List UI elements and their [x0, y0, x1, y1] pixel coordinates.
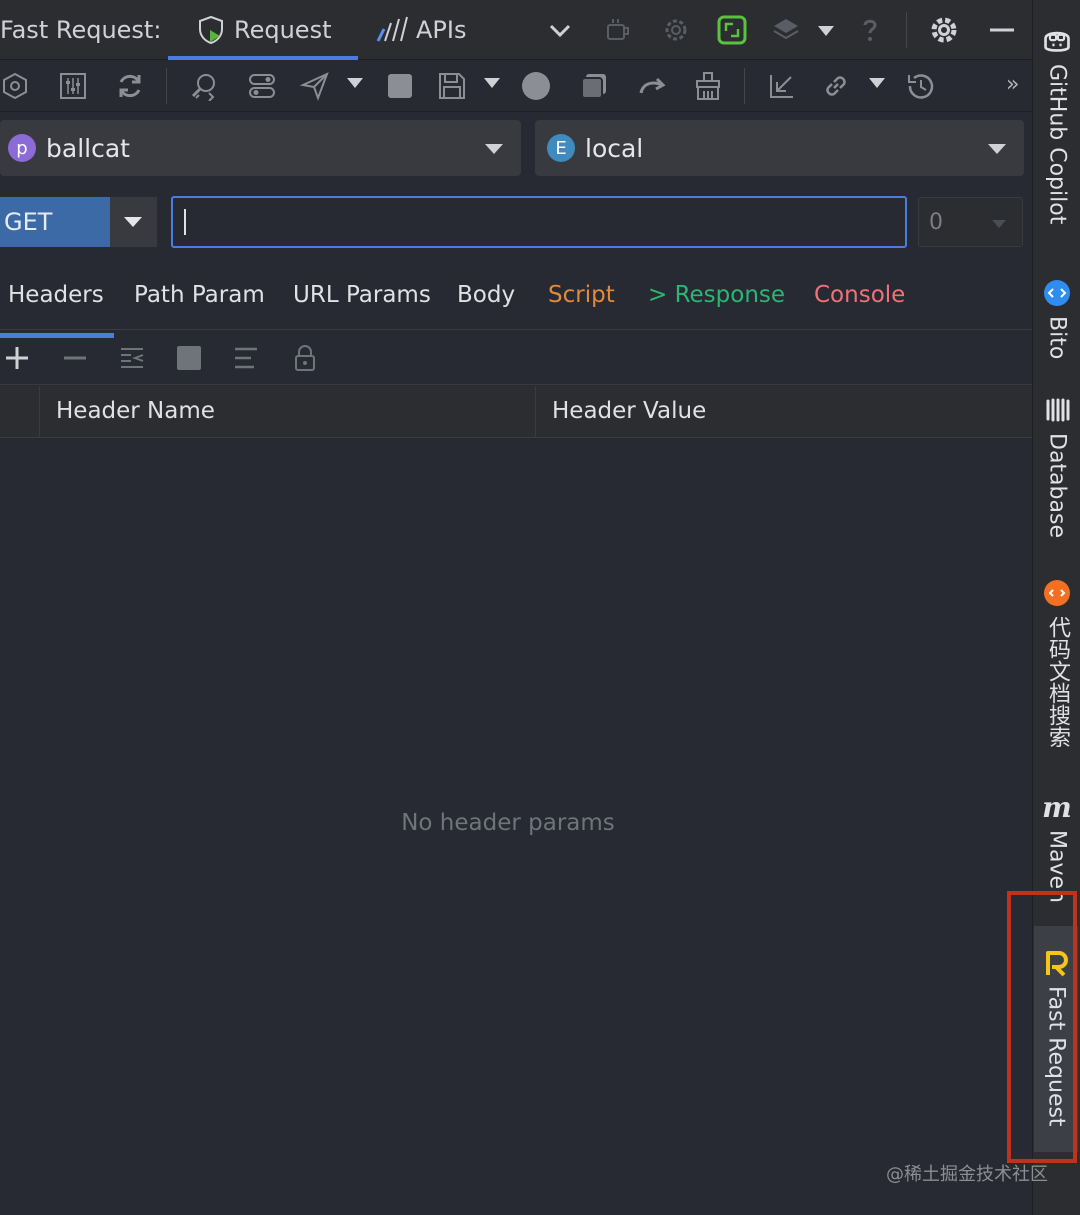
- column-divider: [535, 386, 536, 438]
- tab-response[interactable]: > Response: [648, 282, 785, 308]
- sidebar-item-github-copilot[interactable]: GitHub Copilot: [1033, 26, 1080, 224]
- tab-url-params[interactable]: URL Params: [293, 282, 431, 308]
- tab-console[interactable]: Console: [814, 282, 905, 308]
- bulk-edit-icon[interactable]: [117, 343, 147, 373]
- minimize-icon[interactable]: [984, 12, 1020, 48]
- sidebar-item-label: GitHub Copilot: [1044, 64, 1070, 225]
- import-icon[interactable]: [764, 68, 800, 104]
- tab-body[interactable]: Body: [457, 282, 515, 308]
- project-name: ballcat: [46, 133, 130, 163]
- record-icon[interactable]: [518, 68, 554, 104]
- watermark: @稀土掘金技术社区: [886, 1164, 1048, 1185]
- resize-icon[interactable]: [714, 12, 750, 48]
- clean-icon[interactable]: [690, 68, 726, 104]
- sidebar-item-label: Database: [1044, 433, 1070, 538]
- project-badge: p: [8, 134, 36, 162]
- code-search-icon: [1042, 578, 1072, 608]
- empty-state-text: No header params: [401, 810, 615, 836]
- link-icon[interactable]: [818, 68, 854, 104]
- column-header-value[interactable]: Header Value: [552, 398, 706, 424]
- layers-icon[interactable]: [768, 12, 804, 48]
- refresh-icon[interactable]: [112, 68, 148, 104]
- chevron-down-icon: [485, 144, 503, 154]
- tab-request-label: Request: [234, 16, 332, 44]
- project-selector[interactable]: p ballcat: [0, 120, 521, 176]
- url-input[interactable]: [171, 196, 907, 248]
- count-value: 0: [929, 209, 943, 235]
- copy-icon[interactable]: [576, 68, 612, 104]
- divider: [166, 68, 167, 104]
- sidebar-item-code-doc-search[interactable]: 代码文档搜索: [1033, 578, 1080, 748]
- tab-apis[interactable]: APIs: [376, 0, 466, 60]
- search-code-icon[interactable]: [186, 68, 222, 104]
- count-select[interactable]: 0: [918, 197, 1023, 247]
- app-title: Fast Request:: [0, 16, 162, 44]
- tab-apis-label: APIs: [416, 16, 467, 44]
- divider: [744, 68, 745, 104]
- save-dropdown-caret[interactable]: [484, 78, 500, 88]
- text-cursor: [184, 209, 186, 235]
- action-toolbar: »: [0, 60, 1032, 112]
- highlight-box: [1007, 891, 1077, 1163]
- settings-gear-outline-icon[interactable]: [658, 12, 694, 48]
- http-method-select[interactable]: GET: [0, 197, 110, 247]
- link-dropdown-caret[interactable]: [869, 78, 885, 88]
- param-tabs: Headers Path Param URL Params Body Scrip…: [0, 262, 1032, 338]
- sidebar-item-label: 代码文档搜索: [1045, 616, 1070, 748]
- list-icon[interactable]: [231, 343, 261, 373]
- sidebar-item-label: Bito: [1044, 316, 1070, 360]
- method-dropdown-button[interactable]: [110, 197, 157, 247]
- gear-icon[interactable]: [926, 12, 962, 48]
- chevron-down-icon[interactable]: [818, 26, 834, 36]
- params-toolbar: [0, 331, 1032, 385]
- lock-icon[interactable]: [290, 343, 320, 373]
- divider: [906, 12, 907, 48]
- send-icon[interactable]: [297, 68, 333, 104]
- apis-chart-icon: [376, 16, 408, 42]
- environment-badge: E: [547, 134, 575, 162]
- send-dropdown-caret[interactable]: [347, 78, 363, 88]
- square-icon[interactable]: [174, 343, 204, 373]
- toolbar-overflow-icon[interactable]: »: [1006, 72, 1019, 97]
- history-icon[interactable]: [902, 68, 938, 104]
- bito-icon: [1042, 278, 1072, 308]
- headers-table-header: Header Name Header Value: [0, 386, 1032, 438]
- tab-script[interactable]: Script: [548, 282, 615, 308]
- tab-path-param[interactable]: Path Param: [134, 282, 265, 308]
- environment-selector[interactable]: E local: [535, 120, 1024, 176]
- hexagon-icon[interactable]: [0, 68, 33, 104]
- coffee-icon[interactable]: [600, 12, 636, 48]
- environment-name: local: [585, 133, 644, 163]
- sidebar-item-maven[interactable]: m Maven: [1033, 790, 1080, 903]
- stop-icon[interactable]: [382, 68, 418, 104]
- toggle-icon[interactable]: [244, 68, 280, 104]
- redo-icon[interactable]: [634, 68, 670, 104]
- chevron-down-icon: [124, 217, 142, 227]
- chevron-down-icon: [988, 144, 1006, 154]
- save-icon[interactable]: [434, 68, 470, 104]
- sliders-icon[interactable]: [55, 68, 91, 104]
- column-header-name[interactable]: Header Name: [56, 398, 215, 424]
- database-icon: [1042, 395, 1072, 425]
- column-divider: [39, 386, 40, 438]
- sidebar-item-bito[interactable]: Bito: [1033, 278, 1080, 359]
- tab-headers[interactable]: Headers: [0, 282, 114, 338]
- fast-request-panel: Fast Request: Request APIs » p ballcat E…: [0, 0, 1032, 1215]
- chevron-down-icon: [992, 220, 1006, 228]
- chevron-down-icon[interactable]: [542, 12, 578, 48]
- help-icon[interactable]: [852, 12, 888, 48]
- maven-icon: m: [1042, 790, 1072, 824]
- title-bar: Fast Request: Request APIs: [0, 0, 1032, 60]
- sidebar-item-database[interactable]: Database: [1033, 395, 1080, 538]
- tab-request[interactable]: Request: [168, 0, 357, 60]
- add-icon[interactable]: [2, 343, 32, 373]
- copilot-icon: [1042, 26, 1072, 56]
- remove-icon[interactable]: [60, 343, 90, 373]
- request-shield-play-icon: [199, 15, 223, 45]
